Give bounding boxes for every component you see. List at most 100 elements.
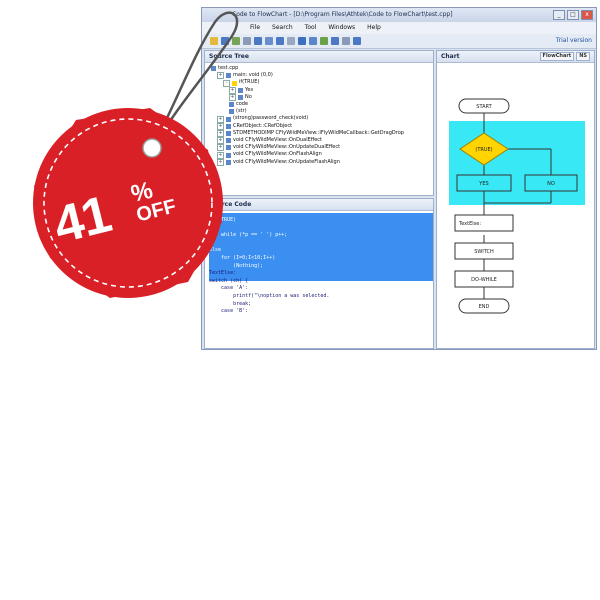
tree-item[interactable]: + Yes bbox=[211, 87, 433, 94]
tree-item[interactable]: + CRefObject::CRefObject bbox=[211, 123, 433, 130]
tree-item[interactable]: + STDMETHODIMP CFlyWildMeView::IFlyWildMe… bbox=[211, 130, 433, 137]
decision-label: (TRUE) bbox=[475, 147, 492, 153]
expand-icon[interactable]: + bbox=[217, 115, 224, 123]
tag-hole bbox=[143, 139, 161, 157]
expand-icon[interactable]: + bbox=[229, 86, 236, 94]
branch-icon bbox=[238, 94, 243, 100]
function-icon bbox=[226, 130, 231, 136]
help-icon[interactable] bbox=[353, 37, 361, 45]
menu-bar: File Search Tool Windows Help bbox=[202, 22, 596, 34]
selected-block-highlight bbox=[449, 121, 585, 205]
tree-item[interactable]: + No bbox=[211, 94, 433, 101]
source-code-panel: Source Code if (TRUE){ while (*p == ' ')… bbox=[204, 198, 434, 349]
expand-icon[interactable]: + bbox=[229, 93, 236, 101]
menu-tool[interactable]: Tool bbox=[305, 22, 317, 34]
function-icon bbox=[226, 138, 231, 144]
new-icon[interactable] bbox=[232, 37, 240, 45]
code-editor[interactable]: if (TRUE){ while (*p == ' ') p++;} else f… bbox=[205, 211, 433, 316]
chart-title: Chart FlowChart NS bbox=[437, 51, 594, 63]
code-line: break; bbox=[209, 300, 252, 307]
expand-icon[interactable]: + bbox=[217, 137, 224, 145]
expand-icon[interactable]: + bbox=[217, 72, 224, 80]
code-line: { bbox=[209, 224, 213, 231]
window-title: Code to FlowChart - [D:\Program Files\At… bbox=[232, 11, 453, 18]
flowchart-icon[interactable] bbox=[298, 37, 306, 45]
switch-label: SWITCH bbox=[474, 249, 494, 255]
expand-icon[interactable]: - bbox=[223, 79, 230, 87]
menu-help[interactable]: Help bbox=[367, 22, 381, 34]
copy-icon[interactable] bbox=[254, 37, 262, 45]
tab-ns[interactable]: NS bbox=[576, 52, 590, 61]
code-line: for (I=0;I<10;I++) bbox=[209, 254, 276, 261]
code-line: if (TRUE) bbox=[209, 217, 237, 223]
chart-panel: Chart FlowChart NS START (TRUE) YES NO T… bbox=[436, 50, 595, 349]
maximize-button[interactable]: □ bbox=[567, 10, 579, 20]
code-line: TextElse: bbox=[209, 270, 237, 277]
menu-file[interactable]: File bbox=[250, 22, 260, 34]
ns-chart-icon[interactable] bbox=[309, 37, 317, 45]
function-icon bbox=[226, 145, 231, 151]
dowhile-label: DO-WHILE bbox=[471, 277, 497, 283]
code-line: case 'B': bbox=[209, 308, 249, 315]
function-icon bbox=[226, 73, 231, 79]
end-label: END bbox=[479, 304, 490, 310]
print-icon[interactable] bbox=[243, 37, 251, 45]
app-window: Code to FlowChart - [D:\Program Files\At… bbox=[201, 7, 597, 350]
file-icon bbox=[211, 66, 216, 72]
code-line: (Nothing); bbox=[209, 262, 264, 269]
expand-icon[interactable]: + bbox=[217, 122, 224, 130]
function-icon bbox=[226, 116, 231, 122]
yes-label: YES bbox=[478, 181, 488, 187]
search-icon[interactable] bbox=[276, 37, 284, 45]
code-icon bbox=[229, 109, 234, 115]
close-button[interactable]: x bbox=[581, 10, 593, 20]
export-icon[interactable] bbox=[331, 37, 339, 45]
discount-number: 41 bbox=[48, 185, 117, 256]
open-icon[interactable] bbox=[210, 37, 218, 45]
code-line: printf("\noption a was selected. bbox=[209, 292, 330, 299]
condition-icon bbox=[232, 80, 237, 86]
expand-icon[interactable]: + bbox=[217, 151, 224, 159]
expand-icon[interactable]: + bbox=[217, 158, 224, 166]
tree-item[interactable]: + main: void (0,0) bbox=[211, 72, 433, 80]
run-icon[interactable] bbox=[320, 37, 328, 45]
tree-item[interactable]: + void CFlyWildMeView::OnDualEffect bbox=[211, 137, 433, 145]
tree-item[interactable]: + (strong)password_check(void) bbox=[211, 115, 433, 123]
tab-flowchart[interactable]: FlowChart bbox=[539, 52, 575, 61]
expand-icon[interactable]: + bbox=[217, 129, 224, 137]
undo-icon[interactable] bbox=[287, 37, 295, 45]
code-line: case 'A': bbox=[209, 285, 249, 292]
function-icon bbox=[226, 159, 231, 165]
function-icon bbox=[226, 152, 231, 158]
start-label: START bbox=[476, 104, 492, 110]
tree-item[interactable]: + void CFlyWildMeView::OnFlashAlign bbox=[211, 151, 433, 159]
code-line: switch (ch) { bbox=[209, 277, 249, 284]
code-line: else bbox=[209, 247, 222, 254]
source-tree-title: Source Tree bbox=[205, 51, 433, 63]
settings-icon[interactable] bbox=[342, 37, 350, 45]
discount-label: 41 % OFF bbox=[48, 164, 198, 256]
expand-icon[interactable]: + bbox=[217, 144, 224, 152]
branch-icon bbox=[238, 87, 243, 93]
source-code-title: Source Code bbox=[205, 199, 433, 211]
tree-item[interactable]: + void CFlyWildMeView::OnUpdateFlashAlign bbox=[211, 159, 433, 166]
code-line: } bbox=[209, 239, 213, 246]
tree-item[interactable]: (str) bbox=[211, 108, 433, 115]
tree-item[interactable]: + void CFlyWildMeView::OnUpdateDualEffect bbox=[211, 144, 433, 152]
source-tree-panel: Source Tree test.cpp + main: void (0,0) -… bbox=[204, 50, 434, 196]
tree-item[interactable]: code bbox=[211, 101, 433, 108]
toolbar bbox=[202, 34, 596, 49]
no-label: NO bbox=[547, 181, 555, 187]
tree-item[interactable]: - if(TRUE) bbox=[211, 79, 433, 87]
tree-item[interactable]: test.cpp bbox=[211, 65, 433, 72]
source-tree: test.cpp + main: void (0,0) - if(TRUE) + Ye… bbox=[205, 63, 433, 166]
minimize-button[interactable]: _ bbox=[553, 10, 565, 20]
menu-windows[interactable]: Windows bbox=[328, 22, 355, 34]
save-icon[interactable] bbox=[221, 37, 229, 45]
trial-label: Trial version bbox=[555, 37, 592, 44]
menu-search[interactable]: Search bbox=[272, 22, 293, 34]
function-icon bbox=[226, 123, 231, 129]
textelse-label: TextElse: bbox=[458, 221, 481, 227]
title-bar: Code to FlowChart - [D:\Program Files\At… bbox=[202, 8, 596, 22]
paste-icon[interactable] bbox=[265, 37, 273, 45]
